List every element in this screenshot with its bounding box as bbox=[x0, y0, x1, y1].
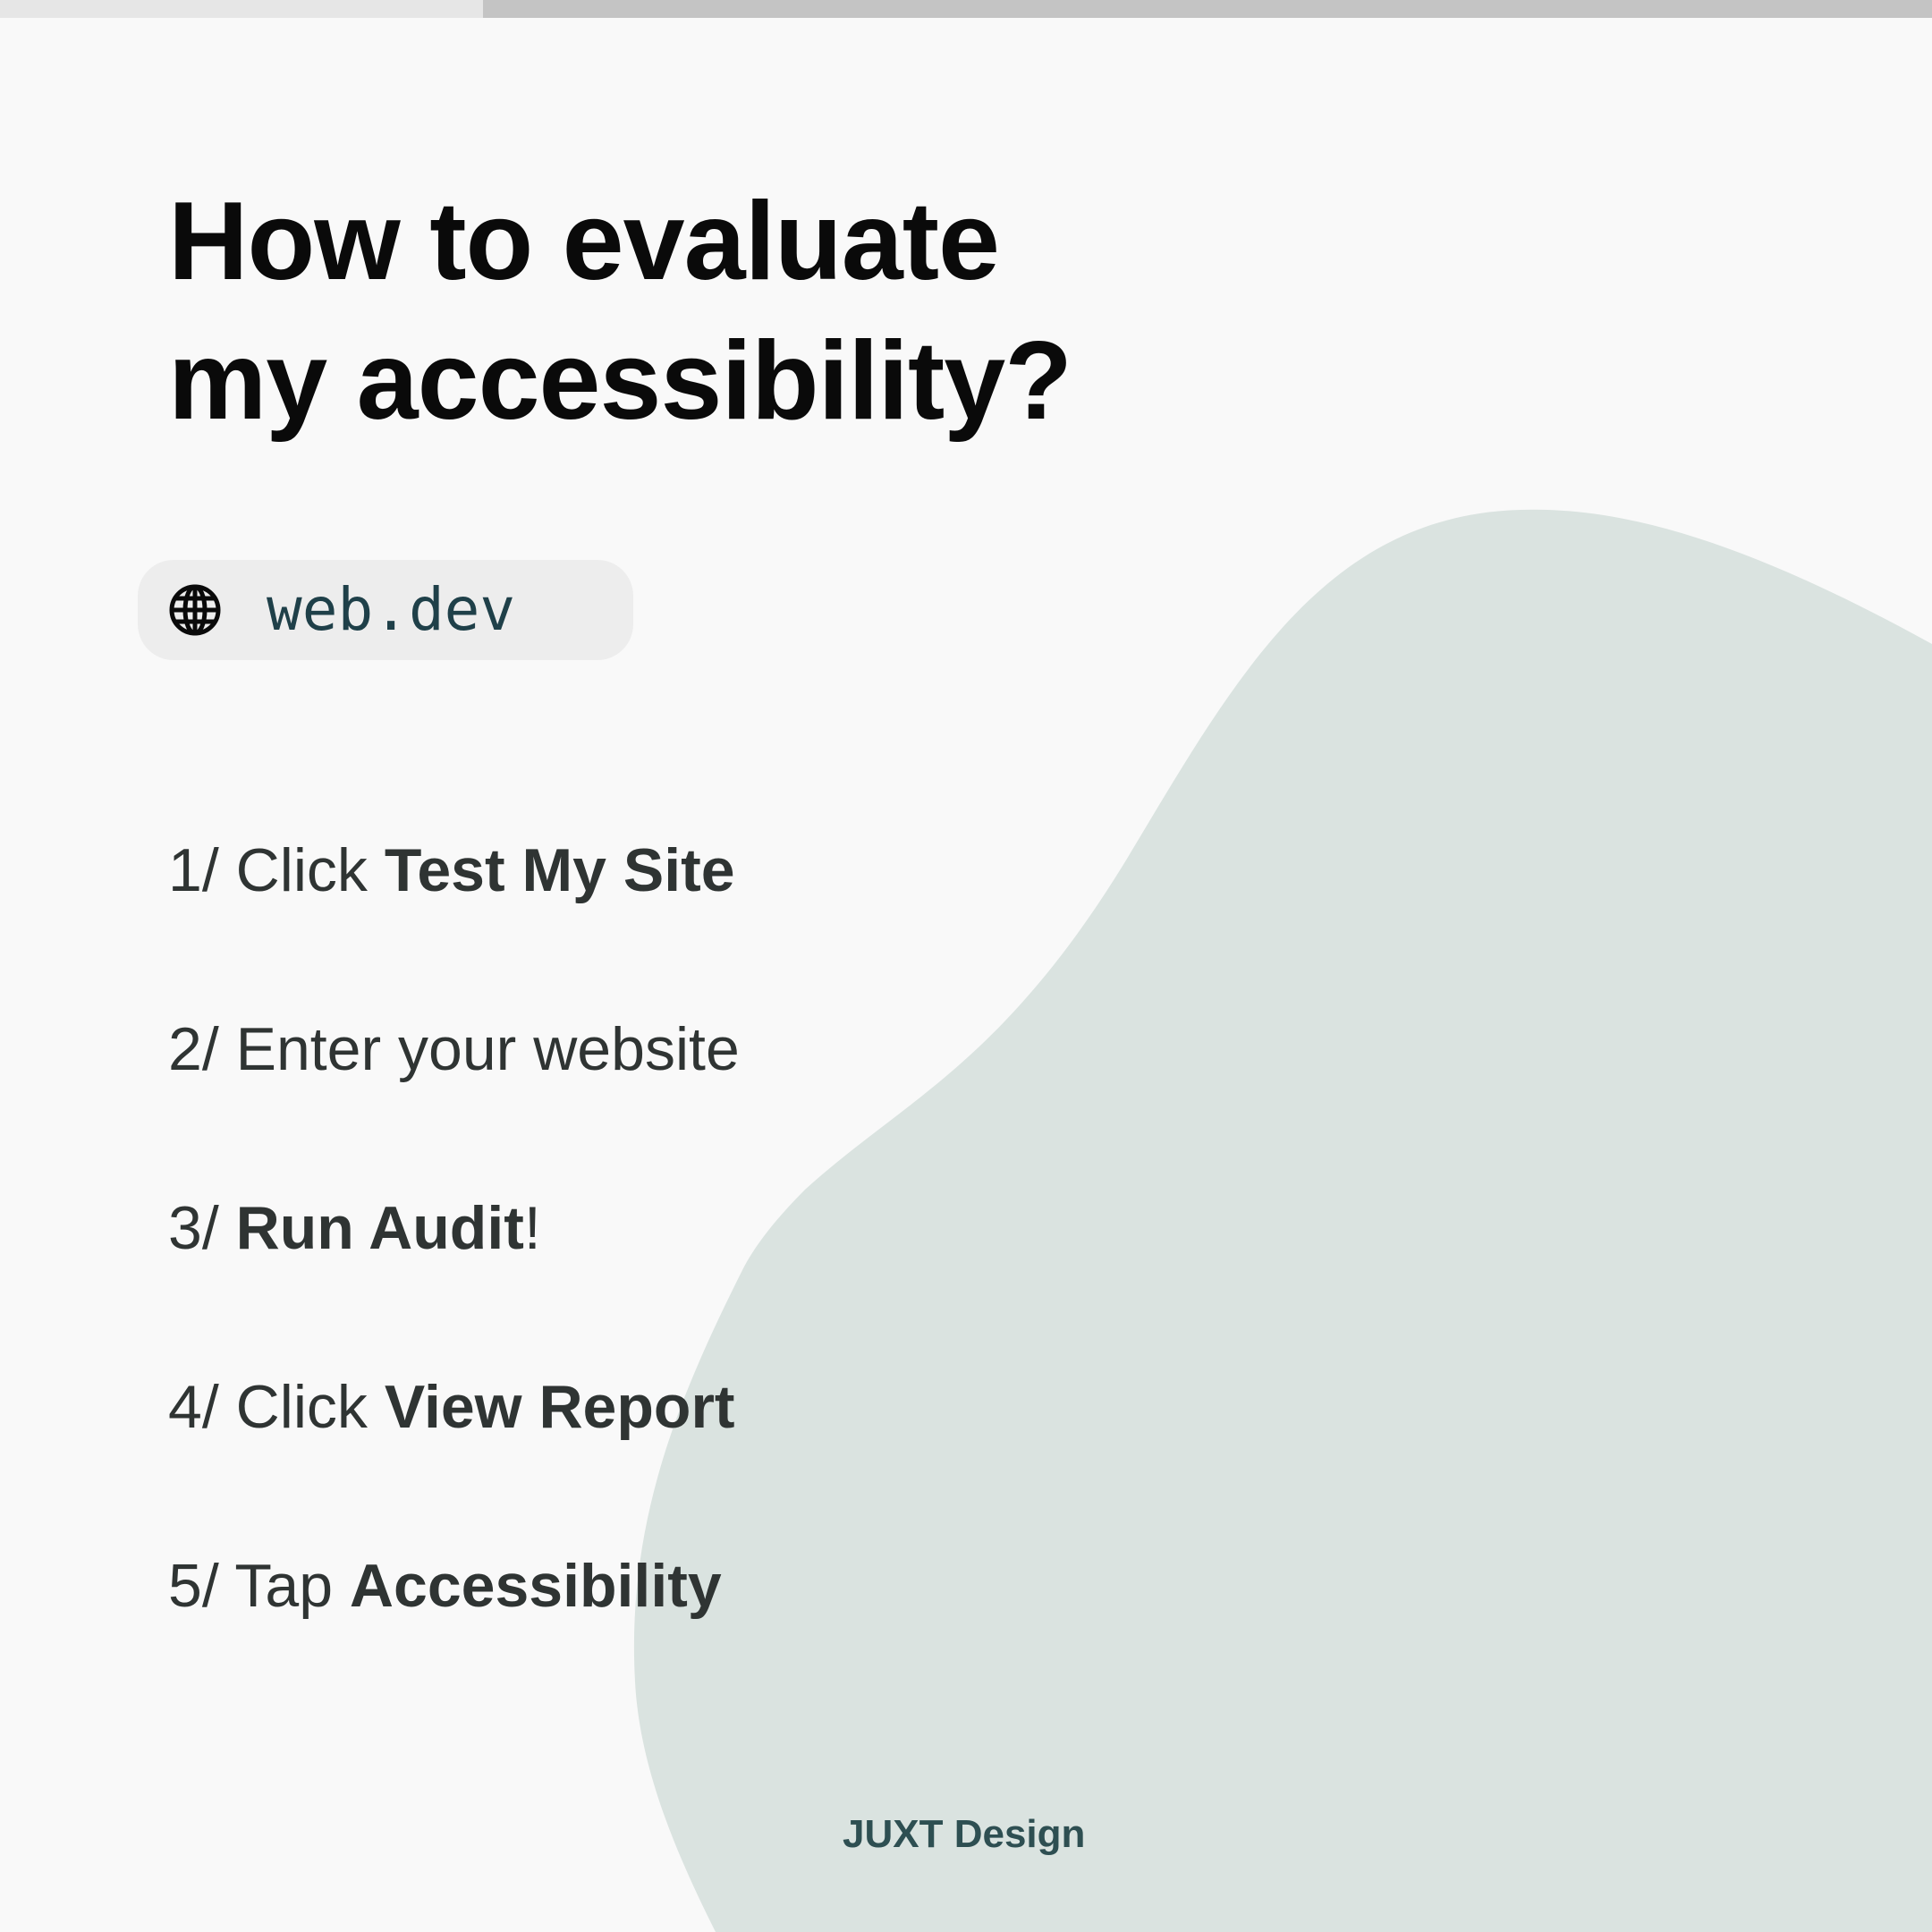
step-item: 3/ Run Audit! bbox=[168, 1179, 740, 1358]
step-item: 2/ Enter your website bbox=[168, 1000, 740, 1179]
title-line-1: How to evaluate bbox=[168, 180, 1000, 303]
globe-icon bbox=[169, 584, 221, 636]
title-line-2: my accessibility? bbox=[168, 319, 1072, 443]
url-text: web.dev bbox=[267, 575, 516, 644]
step-bold: Test My Site bbox=[384, 836, 735, 904]
step-item: 1/ Click Test My Site bbox=[168, 821, 740, 1000]
step-bold: Accessibility bbox=[349, 1552, 722, 1620]
step-prefix: 4/ Click bbox=[168, 1373, 385, 1441]
brand-name: JUXT Design bbox=[843, 1812, 1086, 1856]
step-prefix: 5/ Tap bbox=[168, 1552, 350, 1620]
step-item: 4/ Click View Report bbox=[168, 1358, 740, 1537]
step-prefix: 3/ bbox=[168, 1194, 236, 1262]
step-bold: View Report bbox=[384, 1373, 735, 1441]
step-prefix: 1/ Click bbox=[168, 836, 385, 904]
step-prefix: 2/ Enter your website bbox=[168, 1015, 740, 1083]
url-link-pill[interactable]: web.dev bbox=[138, 560, 633, 660]
page-title: How to evaluate my accessibility? bbox=[168, 172, 1072, 451]
step-item: 5/ Tap Accessibility bbox=[168, 1537, 740, 1716]
step-suffix: ! bbox=[523, 1194, 541, 1262]
step-bold: Run Audit bbox=[235, 1194, 524, 1262]
steps-list: 1/ Click Test My Site 2/ Enter your webs… bbox=[168, 821, 740, 1716]
